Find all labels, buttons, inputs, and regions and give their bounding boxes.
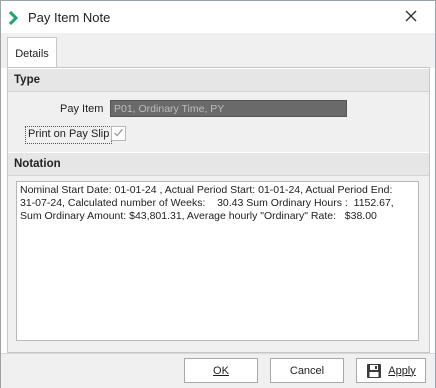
checkmark-icon [113, 127, 124, 141]
close-icon [405, 10, 417, 25]
type-section-header: Type [8, 68, 429, 92]
floppy-disk-icon [366, 363, 382, 379]
tab-strip: Details [1, 33, 435, 69]
ok-button-label: OK [213, 364, 229, 377]
dialog-footer: OK Cancel Apply [1, 353, 435, 388]
apply-button-label: Apply [388, 364, 416, 377]
notation-textarea[interactable]: Nominal Start Date: 01-01-24 , Actual Pe… [16, 181, 419, 341]
apply-button[interactable]: Apply [356, 358, 426, 383]
tab-details[interactable]: Details [7, 37, 57, 69]
pay-item-field[interactable]: P01, Ordinary Time, PY [110, 100, 347, 117]
cancel-button[interactable]: Cancel [270, 358, 344, 383]
ok-button[interactable]: OK [184, 358, 258, 383]
pay-item-label: Pay Item [60, 103, 104, 115]
tab-label: Details [15, 47, 49, 60]
chevron-app-icon [8, 10, 21, 26]
close-button[interactable] [397, 5, 425, 29]
title-bar: Pay Item Note [1, 1, 435, 33]
print-on-pay-slip-label[interactable]: Print on Pay Slip [25, 126, 113, 144]
print-on-pay-slip-checkbox[interactable] [111, 126, 126, 141]
notation-section-header: Notation [8, 152, 429, 176]
details-panel: Type Pay Item P01, Ordinary Time, PY Pri… [7, 67, 430, 353]
cancel-button-label: Cancel [289, 364, 325, 377]
pay-item-note-dialog: Pay Item Note Details Type Pay Item P01,… [0, 0, 436, 388]
window-title: Pay Item Note [28, 10, 111, 25]
